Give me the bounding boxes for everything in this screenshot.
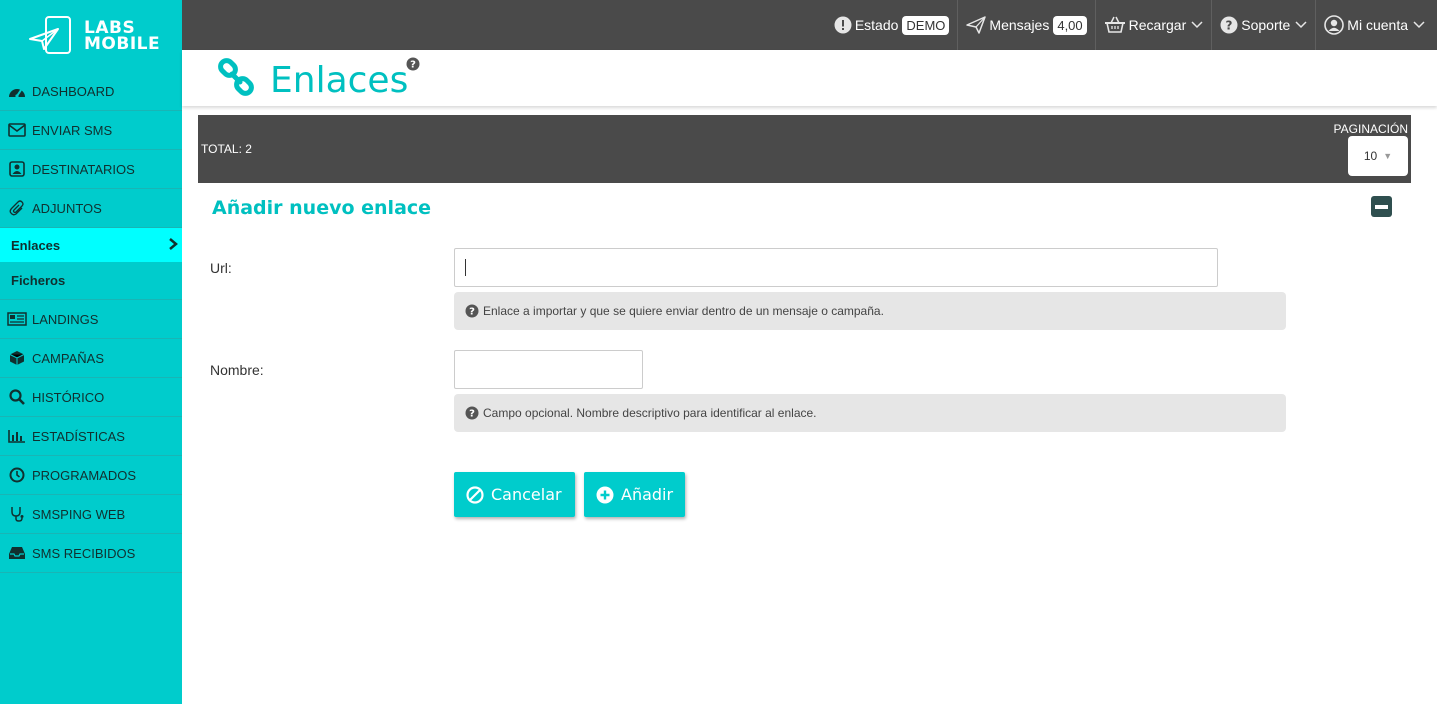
exclamation-circle-icon — [834, 16, 852, 34]
sidebar-item-adjuntos[interactable]: ADJUNTOS — [0, 189, 182, 228]
add-label: Añadir — [621, 485, 674, 504]
paper-plane-phone-icon — [29, 16, 71, 54]
contact-card-icon — [7, 161, 27, 177]
search-icon — [7, 389, 27, 405]
mensajes-label: Mensajes — [989, 17, 1050, 33]
url-input[interactable] — [454, 248, 1218, 287]
logo-line2: MOBILE — [84, 34, 161, 54]
paperclip-icon — [7, 200, 27, 216]
name-input[interactable] — [454, 350, 643, 389]
svg-text:?: ? — [469, 409, 475, 420]
sidebar-item-programados[interactable]: PROGRAMADOS — [0, 456, 182, 495]
stethoscope-icon — [7, 506, 27, 522]
sidebar-item-destinatarios[interactable]: DESTINATARIOS — [0, 150, 182, 189]
link-icon — [216, 58, 256, 103]
sidebar-item-label: SMSPING WEB — [32, 506, 126, 522]
sidebar-item-label: CAMPAÑAS — [32, 350, 104, 366]
topbar: Estado DEMO Mensajes 4,00 Recargar ? Sop… — [182, 0, 1437, 50]
sidebar-item-ficheros[interactable]: Ficheros — [0, 262, 182, 300]
sidebar-item-smsping-web[interactable]: SMSPING WEB — [0, 495, 182, 534]
name-hint: ? Campo opcional. Nombre descriptivo par… — [454, 394, 1286, 432]
name-hint-text: Campo opcional. Nombre descriptivo para … — [483, 406, 817, 420]
logo[interactable]: LABS MOBILE — [0, 0, 182, 72]
sidebar-item-historico[interactable]: HISTÓRICO — [0, 378, 182, 417]
chevron-down-icon — [1295, 21, 1307, 29]
svg-text:?: ? — [410, 60, 416, 71]
recargar-label: Recargar — [1128, 17, 1187, 33]
sidebar-item-sms-recibidos[interactable]: SMS RECIBIDOS — [0, 534, 182, 573]
mensajes-menu[interactable]: Mensajes 4,00 — [957, 0, 1094, 50]
soporte-menu[interactable]: ? Soporte — [1211, 0, 1315, 50]
list-toolbar: TOTAL: 2 PAGINACIÓN 10 ▼ — [198, 115, 1411, 183]
sidebar-item-campanas[interactable]: CAMPAÑAS — [0, 339, 182, 378]
pagination-value: 10 — [1363, 149, 1378, 163]
cuenta-label: Mi cuenta — [1347, 17, 1408, 33]
cube-icon — [7, 350, 27, 366]
question-circle-icon: ? — [465, 304, 479, 318]
question-circle-icon: ? — [465, 406, 479, 420]
clock-icon — [7, 467, 27, 483]
collapse-button[interactable] — [1371, 196, 1392, 217]
sidebar-item-label: SMS RECIBIDOS — [32, 545, 136, 561]
plus-circle-icon — [596, 486, 614, 504]
pagination-select[interactable]: 10 ▼ — [1348, 136, 1408, 176]
name-label: Nombre: — [210, 362, 264, 378]
sidebar-item-label: ADJUNTOS — [32, 200, 102, 216]
chevron-down-icon — [1413, 21, 1425, 29]
total-count: TOTAL: 2 — [201, 142, 252, 156]
user-circle-icon — [1324, 15, 1345, 35]
inbox-icon — [7, 545, 27, 561]
sidebar-item-dashboard[interactable]: DASHBOARD — [0, 72, 182, 111]
chevron-down-icon — [1191, 21, 1203, 29]
page-title: Enlaces — [270, 60, 409, 101]
sidebar-item-enviar-sms[interactable]: ENVIAR SMS — [0, 111, 182, 150]
sidebar-item-estadisticas[interactable]: ESTADÍSTICAS — [0, 417, 182, 456]
sidebar: LABS MOBILE DASHBOARD ENVIAR SMS DESTINA… — [0, 0, 182, 704]
cancel-label: Cancelar — [491, 485, 562, 504]
ban-icon — [466, 485, 484, 504]
basket-icon — [1104, 16, 1126, 34]
section-title: Añadir nuevo enlace — [212, 197, 432, 219]
envelope-icon — [7, 122, 27, 138]
url-hint: ? Enlace a importar y que se quiere envi… — [454, 292, 1286, 330]
pagination-label: PAGINACIÓN — [1333, 122, 1408, 136]
caret-down-icon: ▼ — [1383, 151, 1393, 161]
soporte-label: Soporte — [1241, 17, 1291, 33]
sidebar-item-label: DESTINATARIOS — [32, 161, 135, 177]
svg-text:?: ? — [1226, 19, 1233, 33]
sidebar-item-label: ESTADÍSTICAS — [32, 428, 125, 444]
estado-badge: DEMO — [902, 15, 950, 35]
svg-text:?: ? — [469, 307, 475, 318]
url-label: Url: — [210, 260, 232, 276]
dashboard-icon — [7, 83, 27, 99]
chevron-right-icon — [168, 237, 178, 253]
sidebar-item-label: Ficheros — [11, 273, 66, 288]
bar-chart-icon — [7, 428, 27, 444]
cancel-button[interactable]: Cancelar — [454, 472, 575, 517]
cuenta-menu[interactable]: Mi cuenta — [1315, 0, 1437, 50]
sidebar-item-label: Enlaces — [11, 237, 61, 253]
minus-icon — [1375, 204, 1388, 209]
newspaper-icon — [7, 311, 27, 327]
text-cursor — [465, 259, 466, 276]
recargar-menu[interactable]: Recargar — [1094, 0, 1212, 50]
sidebar-item-label: ENVIAR SMS — [32, 122, 113, 138]
logo-text: LABS MOBILE — [84, 20, 161, 54]
mensajes-badge: 4,00 — [1053, 15, 1087, 35]
add-button[interactable]: Añadir — [584, 472, 685, 517]
help-icon[interactable]: ? — [406, 57, 420, 76]
sidebar-item-label: DASHBOARD — [32, 83, 115, 99]
paper-plane-icon — [966, 16, 987, 34]
estado-menu[interactable]: Estado DEMO — [826, 0, 958, 50]
question-circle-icon: ? — [1220, 16, 1238, 34]
estado-label: Estado — [854, 17, 899, 33]
sidebar-item-label: LANDINGS — [32, 311, 99, 327]
sidebar-item-label: HISTÓRICO — [32, 389, 105, 405]
sidebar-item-enlaces[interactable]: Enlaces — [0, 228, 182, 262]
sidebar-item-label: PROGRAMADOS — [32, 467, 137, 483]
url-hint-text: Enlace a importar y que se quiere enviar… — [483, 304, 884, 318]
page-header: Enlaces ? — [182, 50, 1437, 106]
sidebar-item-landings[interactable]: LANDINGS — [0, 300, 182, 339]
